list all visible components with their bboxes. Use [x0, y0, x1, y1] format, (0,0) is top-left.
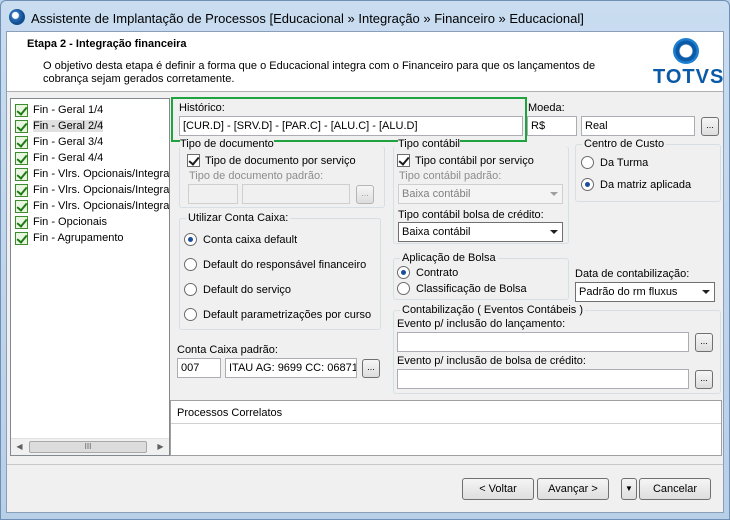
conta-caixa-padrao-label: Conta Caixa padrão:: [177, 344, 278, 356]
tipo-documento-legend: Tipo de documento: [180, 138, 274, 150]
conta-caixa-servico-radio[interactable]: Default do serviço: [184, 283, 291, 296]
tree-item[interactable]: Fin - Vlrs. Opcionais/Integra: [15, 182, 169, 198]
radio-icon: [184, 258, 197, 271]
scroll-right-icon[interactable]: ▶: [152, 439, 169, 455]
evento-bolsa-lookup-button[interactable]: ...: [695, 370, 713, 389]
tree-item[interactable]: Fin - Agrupamento: [15, 230, 124, 246]
check-icon: [15, 119, 28, 133]
moeda-symbol-input[interactable]: R$: [527, 116, 577, 136]
chevron-down-icon: [702, 290, 710, 294]
moeda-lookup-button[interactable]: ...: [701, 117, 719, 136]
radio-icon: [184, 283, 197, 296]
evento-bolsa-input[interactable]: [397, 369, 689, 389]
aplicacao-contrato-radio[interactable]: Contrato: [397, 266, 458, 279]
radio-selected-icon: [397, 266, 410, 279]
tree-item[interactable]: Fin - Geral 1/4: [15, 102, 103, 118]
tree-item[interactable]: Fin - Opcionais: [15, 214, 107, 230]
chevron-down-icon: [550, 192, 558, 196]
centro-custo-matriz-radio[interactable]: Da matriz aplicada: [581, 178, 691, 191]
data-contabilizacao-label: Data de contabilização:: [575, 268, 690, 280]
tipo-documento-padrao-code: [188, 184, 238, 204]
wizard-panel: Etapa 2 - Integração financeira O objeti…: [6, 31, 724, 513]
radio-icon: [184, 308, 197, 321]
tipo-documento-por-servico-checkbox[interactable]: Tipo de documento por serviço: [187, 154, 356, 167]
moeda-name-input[interactable]: Real: [581, 116, 695, 136]
historico-highlight: [171, 97, 527, 142]
chevron-down-icon: [550, 230, 558, 234]
checkbox-checked-icon: [187, 154, 200, 167]
tipo-contabil-padrao-label: Tipo contábil padrão:: [399, 170, 502, 182]
voltar-button[interactable]: < Voltar: [462, 478, 534, 500]
options-dropdown-button[interactable]: ▼: [621, 478, 637, 500]
check-icon: [15, 215, 28, 229]
checkbox-checked-icon: [397, 154, 410, 167]
radio-icon: [581, 156, 594, 169]
totvs-logo-text: TOTVS: [653, 66, 725, 88]
title-bar: Assistente de Implantação de Processos […: [1, 1, 729, 31]
evento-lancamento-label: Evento p/ inclusão do lançamento:: [397, 318, 566, 330]
processos-correlatos-title: Processos Correlatos: [177, 407, 283, 419]
aplicacao-classificacao-radio[interactable]: Classificação de Bolsa: [397, 282, 527, 295]
processos-correlatos-panel[interactable]: Processos Correlatos: [170, 400, 722, 456]
check-icon: [15, 167, 28, 181]
scrollbar-thumb[interactable]: III: [29, 441, 147, 453]
window-title: Assistente de Implantação de Processos […: [31, 11, 584, 26]
tipo-documento-padrao-label: Tipo de documento padrão:: [189, 170, 324, 182]
step-description: O objetivo desta etapa é definir a forma…: [43, 60, 596, 85]
tipo-contabil-bolsa-label: Tipo contábil bolsa de crédito:: [398, 209, 544, 221]
aplicacao-bolsa-legend: Aplicação de Bolsa: [400, 252, 498, 264]
centro-custo-turma-radio[interactable]: Da Turma: [581, 156, 648, 169]
footer-divider: [7, 464, 723, 465]
conta-caixa-description-input[interactable]: ITAU AG: 9699 CC: 06871: [225, 358, 357, 378]
tree-item[interactable]: Fin - Vlrs. Opcionais/Integra: [15, 198, 169, 214]
check-icon: [15, 103, 28, 117]
tree-item[interactable]: Fin - Geral 3/4: [15, 134, 103, 150]
centro-custo-group: Centro de Custo: [575, 138, 721, 202]
centro-custo-legend: Centro de Custo: [582, 138, 667, 150]
tipo-contabil-por-servico-checkbox[interactable]: Tipo contábil por serviço: [397, 154, 534, 167]
step-title: Etapa 2 - Integração financeira: [27, 38, 187, 50]
app-icon: [9, 9, 25, 25]
tipo-documento-lookup-button: ...: [356, 185, 374, 204]
avancar-button[interactable]: Avançar >: [537, 478, 609, 500]
divider: [171, 423, 721, 424]
evento-lancamento-input[interactable]: [397, 332, 689, 352]
contabilizacao-legend: Contabilização ( Eventos Contábeis ): [400, 304, 585, 316]
data-contabilizacao-select[interactable]: Padrão do rm fluxus: [575, 282, 715, 302]
tipo-contabil-bolsa-select[interactable]: Baixa contábil: [398, 222, 563, 242]
tipo-contabil-padrao-select: Baixa contábil: [398, 184, 563, 204]
check-icon: [15, 151, 28, 165]
conta-caixa-lookup-button[interactable]: ...: [362, 359, 380, 378]
check-icon: [15, 183, 28, 197]
check-icon: [15, 199, 28, 213]
conta-caixa-legend: Utilizar Conta Caixa:: [186, 212, 291, 224]
tipo-documento-padrao-description: [242, 184, 350, 204]
cancelar-button[interactable]: Cancelar: [639, 478, 711, 500]
totvs-logo-icon: [673, 38, 699, 64]
evento-lancamento-lookup-button[interactable]: ...: [695, 333, 713, 352]
scroll-left-icon[interactable]: ◀: [11, 439, 28, 455]
radio-selected-icon: [184, 233, 197, 246]
evento-bolsa-label: Evento p/ inclusão de bolsa de crédito:: [397, 355, 586, 367]
tree-horizontal-scrollbar[interactable]: ◀ III ▶: [11, 438, 169, 455]
radio-selected-icon: [581, 178, 594, 191]
totvs-logo: TOTVS: [653, 38, 723, 88]
conta-caixa-responsavel-radio[interactable]: Default do responsável financeiro: [184, 258, 366, 271]
check-icon: [15, 231, 28, 245]
moeda-label: Moeda:: [528, 102, 565, 114]
tipo-contabil-legend: Tipo contábil: [398, 138, 460, 150]
radio-icon: [397, 282, 410, 295]
tree-item[interactable]: Fin - Geral 4/4: [15, 150, 103, 166]
steps-tree[interactable]: Fin - Geral 1/4 Fin - Geral 2/4 Fin - Ge…: [10, 98, 170, 456]
step-header: Etapa 2 - Integração financeira O objeti…: [7, 32, 723, 92]
tree-item-selected[interactable]: Fin - Geral 2/4: [15, 118, 104, 134]
conta-caixa-default-radio[interactable]: Conta caixa default: [184, 233, 297, 246]
check-icon: [15, 135, 28, 149]
conta-caixa-code-input[interactable]: 007: [177, 358, 221, 378]
conta-caixa-curso-radio[interactable]: Default parametrizações por curso: [184, 308, 371, 321]
tree-item[interactable]: Fin - Vlrs. Opcionais/Integra: [15, 166, 169, 182]
wizard-window: Assistente de Implantação de Processos […: [0, 0, 730, 520]
